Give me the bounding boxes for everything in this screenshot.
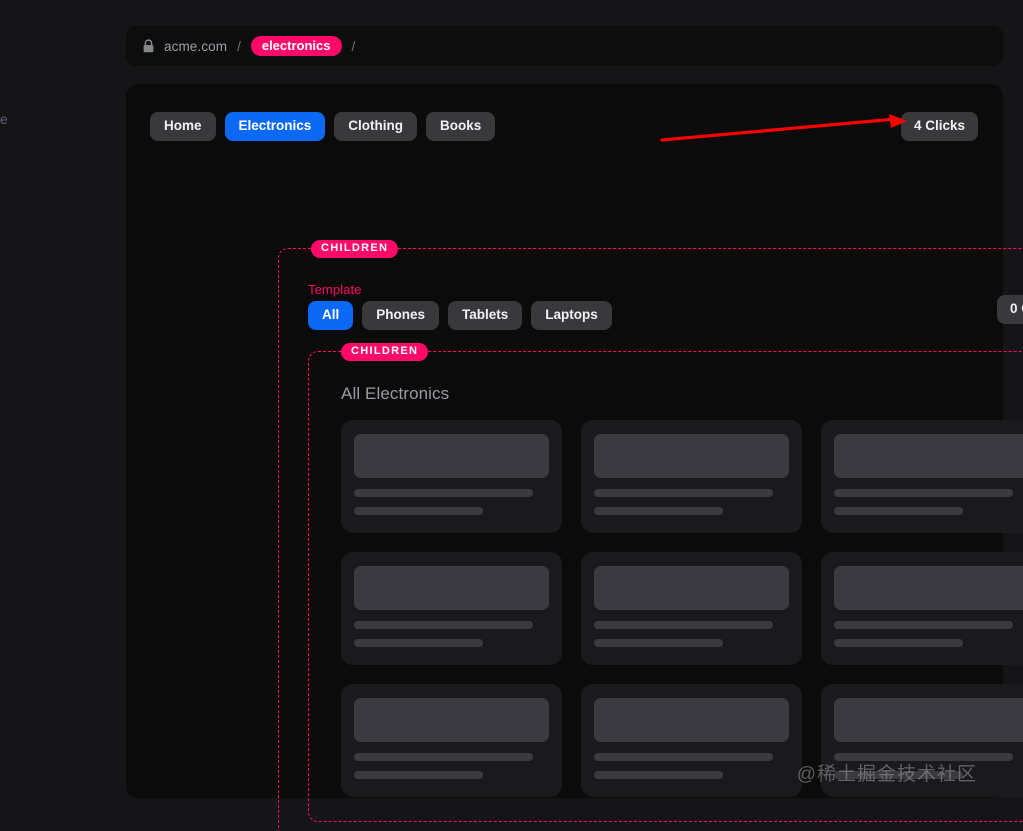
tab-books[interactable]: Books bbox=[426, 112, 495, 141]
skeleton-line bbox=[834, 639, 963, 647]
skeleton-card bbox=[341, 552, 562, 665]
tab-electronics[interactable]: Electronics bbox=[225, 112, 326, 141]
url-trailing-separator: / bbox=[352, 39, 356, 54]
url-segment-electronics[interactable]: electronics bbox=[251, 36, 342, 56]
skeleton-thumbnail bbox=[354, 698, 549, 742]
skeleton-line bbox=[834, 489, 1013, 497]
lock-icon bbox=[142, 39, 155, 53]
skeleton-line bbox=[354, 771, 483, 779]
skeleton-line bbox=[594, 639, 723, 647]
skeleton-thumbnail bbox=[834, 566, 1023, 610]
skeleton-line bbox=[354, 507, 483, 515]
skeleton-card bbox=[821, 552, 1023, 665]
filter-laptops[interactable]: Laptops bbox=[531, 301, 612, 330]
children-label-outer: CHILDREN bbox=[311, 240, 398, 258]
skeleton-card bbox=[341, 684, 562, 797]
primary-nav: Home Electronics Clothing Books bbox=[150, 112, 495, 141]
skeleton-line bbox=[594, 507, 723, 515]
skeleton-line bbox=[354, 621, 533, 629]
skeleton-thumbnail bbox=[354, 434, 549, 478]
skeleton-line bbox=[594, 621, 773, 629]
skeleton-thumbnail bbox=[594, 566, 789, 610]
skeleton-thumbnail bbox=[594, 698, 789, 742]
filter-tablets[interactable]: Tablets bbox=[448, 301, 522, 330]
skeleton-thumbnail bbox=[834, 698, 1023, 742]
children-label-inner: CHILDREN bbox=[341, 343, 428, 361]
watermark: @稀土掘金技术社区 bbox=[797, 759, 977, 786]
section-title: All Electronics bbox=[341, 384, 449, 404]
skeleton-line bbox=[594, 771, 723, 779]
browser-url-bar[interactable]: acme.com / electronics / bbox=[126, 26, 1003, 66]
filter-phones[interactable]: Phones bbox=[362, 301, 439, 330]
skeleton-card bbox=[821, 420, 1023, 533]
url-separator: / bbox=[237, 39, 241, 54]
skeleton-line bbox=[354, 753, 533, 761]
app-root: e acme.com / electronics / Home Electron… bbox=[0, 0, 1023, 831]
skeleton-thumbnail bbox=[834, 434, 1023, 478]
skeleton-thumbnail bbox=[594, 434, 789, 478]
skeleton-card bbox=[581, 552, 802, 665]
skeleton-card bbox=[581, 420, 802, 533]
template-label: Template bbox=[308, 282, 362, 297]
children-container-inner: CHILDREN All Electronics bbox=[308, 351, 1023, 822]
app-panel: Home Electronics Clothing Books 4 Clicks… bbox=[126, 84, 1003, 798]
skeleton-thumbnail bbox=[354, 566, 549, 610]
skeleton-line bbox=[594, 753, 773, 761]
skeleton-card-grid bbox=[341, 420, 1023, 797]
skeleton-line bbox=[354, 639, 483, 647]
skeleton-line bbox=[834, 621, 1013, 629]
tab-home[interactable]: Home bbox=[150, 112, 216, 141]
edge-clipped-text: e bbox=[0, 111, 8, 127]
skeleton-line bbox=[834, 507, 963, 515]
click-count-badge-inner: 0 Clicks bbox=[997, 295, 1023, 324]
filter-tab-group: All Phones Tablets Laptops bbox=[308, 301, 612, 330]
tab-clothing[interactable]: Clothing bbox=[334, 112, 417, 141]
click-count-badge-outer: 4 Clicks bbox=[901, 112, 978, 141]
skeleton-line bbox=[354, 489, 533, 497]
skeleton-card bbox=[581, 684, 802, 797]
filter-all[interactable]: All bbox=[308, 301, 353, 330]
url-domain: acme.com bbox=[164, 39, 227, 54]
skeleton-line bbox=[594, 489, 773, 497]
skeleton-card bbox=[341, 420, 562, 533]
